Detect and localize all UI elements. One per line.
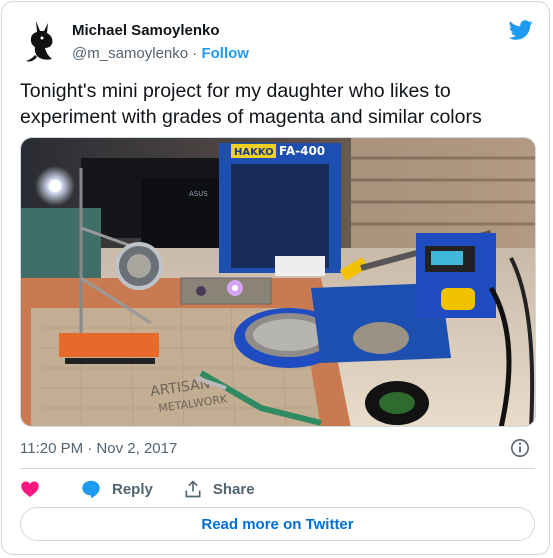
action-bar: Reply Share: [20, 478, 285, 500]
tweet-photo[interactable]: ASUS ARTISAN METALWORK HAKKO FA-400: [20, 137, 536, 427]
avatar[interactable]: [22, 17, 62, 67]
fa400-label: FA-400: [279, 144, 325, 158]
heart-icon: [21, 481, 39, 497]
tweet-card: Michael Samoylenko @m_samoylenko · Follo…: [1, 1, 550, 555]
share-label: Share: [212, 480, 255, 498]
hakko-label: HAKKO: [234, 147, 274, 158]
tweet-timestamp[interactable]: 11:20 PM · Nov 2, 2017: [20, 439, 177, 459]
tweet-text: Tonight's mini project for my daughter w…: [20, 80, 482, 128]
read-more-button[interactable]: Read more on Twitter: [20, 507, 535, 541]
reply-label: Reply: [112, 480, 153, 498]
handle-separator: ·: [188, 45, 202, 62]
author-handle[interactable]: @m_samoylenko: [72, 45, 188, 62]
soldering-workbench-image: ASUS ARTISAN METALWORK HAKKO FA-400: [21, 138, 535, 426]
share-icon: [185, 480, 201, 498]
reply-bubble-icon: [82, 480, 100, 499]
fox-avatar-icon: [26, 21, 53, 62]
author-handle-row: @m_samoylenko · Follow: [72, 44, 249, 64]
author-info: Michael Samoylenko @m_samoylenko · Follo…: [72, 21, 249, 64]
follow-button[interactable]: Follow: [201, 45, 249, 62]
info-icon[interactable]: [510, 438, 530, 458]
author-name[interactable]: Michael Samoylenko: [72, 21, 249, 41]
twitter-bird-icon[interactable]: [508, 18, 533, 42]
reply-button[interactable]: Reply: [80, 478, 153, 500]
monitor-brand-text: ASUS: [189, 190, 208, 198]
like-button[interactable]: [20, 479, 50, 499]
divider: [20, 468, 535, 469]
share-button[interactable]: Share: [183, 479, 255, 499]
